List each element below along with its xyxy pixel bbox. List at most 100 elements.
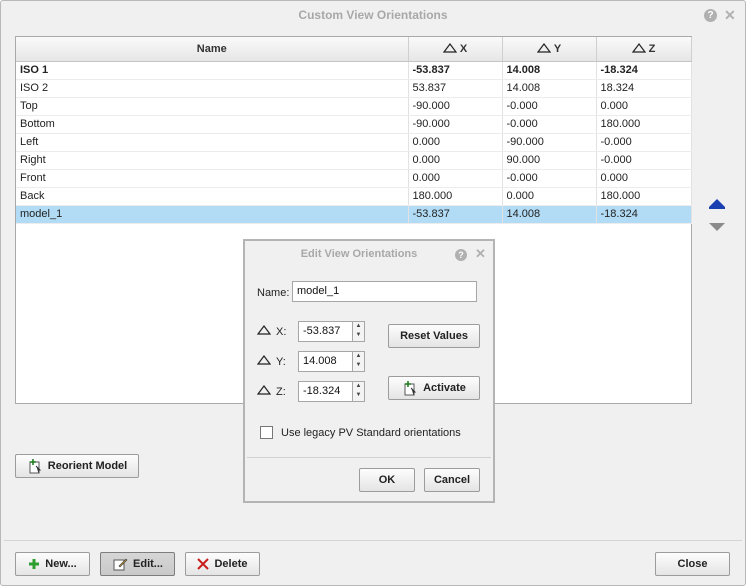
z-label: Z: [276, 386, 286, 398]
reset-values-label: Reset Values [400, 330, 468, 342]
cell-z: 180.000 [596, 115, 692, 134]
table-header-row: Name X Y Z [16, 37, 692, 62]
cell-name: Back [16, 187, 409, 206]
close-icon[interactable]: ✕ [724, 7, 736, 23]
activate-label: Activate [423, 382, 466, 394]
cell-z: 180.000 [596, 187, 692, 206]
cell-x: -53.837 [408, 61, 503, 80]
cell-x: 0.000 [408, 151, 503, 170]
dialog-separator [247, 457, 491, 458]
x-spinner[interactable]: ▲ ▼ [352, 321, 365, 342]
x-label: X: [276, 326, 287, 338]
cell-z: 0.000 [596, 97, 692, 116]
cell-y: 90.000 [502, 151, 597, 170]
cell-z: -18.324 [596, 205, 692, 224]
ok-button[interactable]: OK [359, 468, 415, 492]
name-input[interactable]: model_1 [292, 281, 477, 302]
cell-y: 14.008 [502, 79, 597, 98]
cell-z: 0.000 [596, 169, 692, 188]
footer-separator [4, 540, 742, 541]
delete-x-icon [197, 558, 210, 570]
cell-y: -90.000 [502, 133, 597, 152]
angle-icon [257, 355, 271, 365]
cell-x: 0.000 [408, 133, 503, 152]
cell-y: 14.008 [502, 205, 597, 224]
cell-y: 14.008 [502, 61, 597, 80]
name-label: Name: [257, 287, 290, 299]
move-up-bar [709, 207, 725, 209]
dialog-close-icon[interactable]: ✕ [475, 246, 486, 262]
angle-icon [536, 42, 551, 53]
table-row[interactable]: ISO 2 53.837 14.008 18.324 [16, 79, 692, 98]
table-row[interactable]: Right 0.000 90.000 -0.000 [16, 151, 692, 170]
move-up-icon[interactable] [709, 199, 725, 207]
reorient-icon [29, 459, 41, 474]
close-button[interactable]: Close [655, 552, 730, 576]
angle-icon [442, 42, 457, 53]
cell-y: -0.000 [502, 97, 597, 116]
cell-x: -53.837 [408, 205, 503, 224]
cell-z: 18.324 [596, 79, 692, 98]
cell-name: ISO 1 [16, 61, 409, 80]
custom-view-orientations-window: Custom View Orientations ? ✕ Name X Y Z [0, 0, 746, 586]
angle-icon [257, 325, 271, 335]
edit-label: Edit... [133, 558, 163, 570]
z-input[interactable]: -18.324 [298, 381, 353, 402]
delete-button[interactable]: Delete [185, 552, 260, 576]
x-input[interactable]: -53.837 [298, 321, 353, 342]
edit-icon [113, 558, 128, 571]
reorient-model-button[interactable]: Reorient Model [15, 454, 139, 478]
column-header-y-label: Y [553, 42, 562, 55]
z-spinner[interactable]: ▲ ▼ [352, 381, 365, 402]
y-input[interactable]: 14.008 [298, 351, 353, 372]
cell-z: -18.324 [596, 61, 692, 80]
table-row[interactable]: Bottom -90.000 -0.000 180.000 [16, 115, 692, 134]
angle-icon [257, 385, 271, 395]
column-header-z[interactable]: Z [596, 37, 692, 62]
delete-label: Delete [214, 558, 248, 570]
cell-z: -0.000 [596, 151, 692, 170]
cell-x: 0.000 [408, 169, 503, 188]
table-row[interactable]: Back 180.000 0.000 180.000 [16, 187, 692, 206]
cancel-label: Cancel [433, 474, 471, 486]
move-down-icon[interactable] [709, 223, 725, 231]
cell-name: Left [16, 133, 409, 152]
cell-name: ISO 2 [16, 79, 409, 98]
legacy-orientations-checkbox[interactable] [260, 426, 273, 439]
activate-button[interactable]: Activate [388, 376, 480, 400]
activate-icon [404, 381, 417, 396]
dialog-help-icon[interactable]: ? [455, 249, 467, 261]
cell-name: model_1 [16, 205, 409, 224]
edit-button[interactable]: Edit... [100, 552, 175, 576]
cell-y: -0.000 [502, 115, 597, 134]
table-row[interactable]: Left 0.000 -90.000 -0.000 [16, 133, 692, 152]
table-row-selected[interactable]: model_1 -53.837 14.008 -18.324 [16, 205, 692, 224]
cell-name: Front [16, 169, 409, 188]
reorient-model-label: Reorient Model [47, 460, 128, 472]
help-icon[interactable]: ? [704, 9, 717, 22]
cancel-button[interactable]: Cancel [424, 468, 480, 492]
ok-label: OK [378, 474, 396, 486]
reset-values-button[interactable]: Reset Values [388, 324, 480, 348]
column-header-y[interactable]: Y [502, 37, 597, 62]
cell-name: Right [16, 151, 409, 170]
cell-name: Top [16, 97, 409, 116]
y-spinner[interactable]: ▲ ▼ [352, 351, 365, 372]
cell-y: -0.000 [502, 169, 597, 188]
cell-x: 180.000 [408, 187, 503, 206]
new-button[interactable]: New... [15, 552, 90, 576]
column-header-z-label: Z [648, 42, 656, 55]
window-title: Custom View Orientations [298, 8, 448, 22]
y-label: Y: [276, 356, 286, 368]
table-row[interactable]: Top -90.000 -0.000 0.000 [16, 97, 692, 116]
table-row[interactable]: Front 0.000 -0.000 0.000 [16, 169, 692, 188]
legacy-orientations-label: Use legacy PV Standard orientations [281, 427, 461, 439]
edit-view-orientations-dialog: Edit View Orientations ? ✕ Name: model_1… [243, 239, 495, 503]
cell-name: Bottom [16, 115, 409, 134]
column-header-name[interactable]: Name [16, 37, 409, 62]
plus-icon [29, 559, 40, 569]
column-header-x[interactable]: X [408, 37, 503, 62]
cell-y: 0.000 [502, 187, 597, 206]
table-row[interactable]: ISO 1 -53.837 14.008 -18.324 [16, 61, 692, 80]
cell-x: -90.000 [408, 97, 503, 116]
